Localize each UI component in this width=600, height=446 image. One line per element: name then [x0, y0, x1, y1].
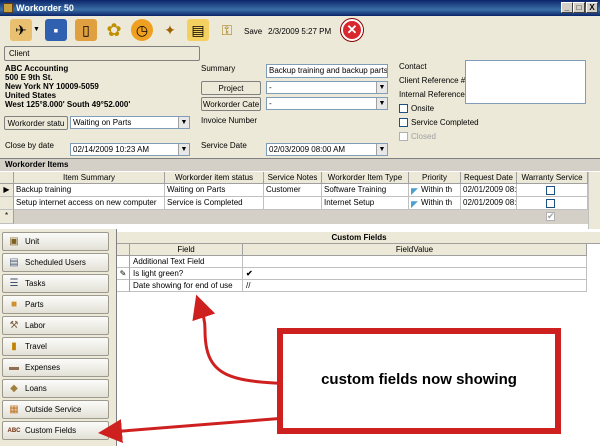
arrow-to-nav-button [98, 416, 287, 444]
annotation-callout: custom fields now showing [277, 328, 561, 434]
